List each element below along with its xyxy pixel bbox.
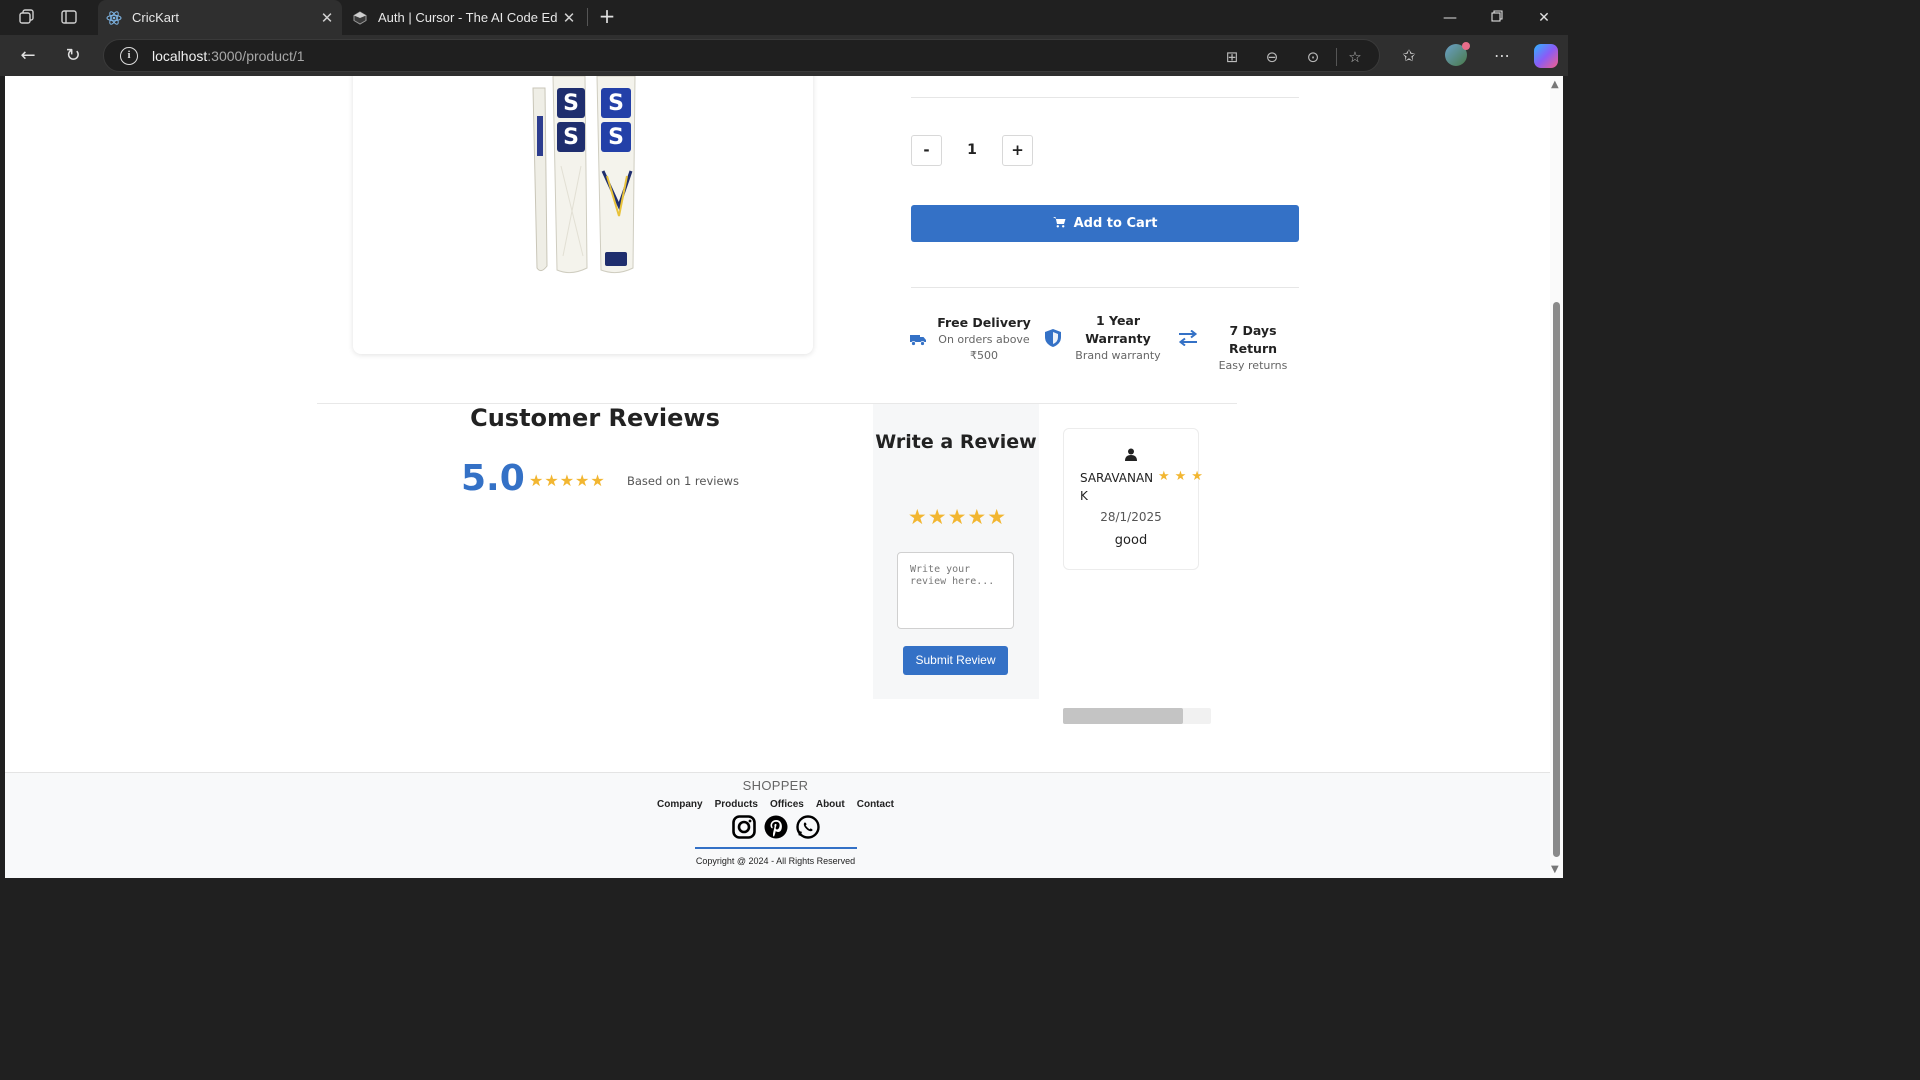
footer-link-company[interactable]: Company bbox=[657, 799, 703, 810]
app-available-icon[interactable]: ⊞ bbox=[1222, 47, 1242, 67]
feature-title: Warranty bbox=[1085, 331, 1151, 346]
submit-review-button[interactable]: Submit Review bbox=[903, 646, 1008, 675]
tab-divider bbox=[587, 8, 588, 26]
footer-copyright: Copyright @ 2024 - All Rights Reserved bbox=[695, 856, 856, 866]
notification-dot bbox=[1462, 42, 1470, 50]
svg-text:S: S bbox=[608, 91, 624, 116]
tab-crickart[interactable]: CricKart ✕ bbox=[98, 0, 342, 35]
review-textarea[interactable] bbox=[897, 552, 1014, 629]
feature-subtitle: On orders above bbox=[938, 333, 1030, 346]
reviews-heading: Customer Reviews bbox=[470, 404, 720, 432]
user-icon bbox=[1125, 448, 1137, 465]
add-to-cart-label: Add to Cart bbox=[1073, 216, 1158, 231]
quantity-decrease-button[interactable]: - bbox=[911, 135, 942, 166]
review-card: SARAVANAN K ★★★ 28/1/2025 good bbox=[1063, 428, 1203, 570]
product-image-card: S S S S bbox=[353, 76, 813, 354]
close-tab-icon[interactable]: ✕ bbox=[316, 9, 338, 27]
favorite-star-icon[interactable]: ☆ bbox=[1345, 47, 1365, 67]
average-rating-stars: ★★★★★ bbox=[529, 471, 606, 490]
site-info-icon[interactable]: i bbox=[120, 47, 138, 65]
copilot-icon[interactable] bbox=[1534, 44, 1558, 68]
footer-links: Company Products Offices About Contact bbox=[5, 799, 1546, 810]
feature-returns: 7 Days Return Easy returns bbox=[1205, 322, 1301, 374]
rating-star-selector[interactable]: ★★★★★ bbox=[895, 505, 1020, 529]
quantity-value: 1 bbox=[967, 142, 977, 158]
close-window-icon[interactable]: ✕ bbox=[1534, 8, 1554, 28]
exchange-icon bbox=[1178, 329, 1198, 350]
review-text: good bbox=[1114, 533, 1148, 548]
close-tab-icon[interactable]: ✕ bbox=[558, 9, 580, 27]
reviewer-name: SARAVANAN K bbox=[1080, 471, 1154, 503]
footer-brand: SHOPPER bbox=[742, 778, 809, 793]
favorites-icon[interactable]: ✩ bbox=[1398, 45, 1420, 67]
tab-title: CricKart bbox=[132, 10, 179, 25]
feature-title: 1 Year bbox=[1095, 313, 1141, 328]
tab-actions-icon[interactable] bbox=[59, 8, 79, 28]
svg-text:S: S bbox=[608, 125, 624, 150]
more-options-icon[interactable]: ⊙ bbox=[1303, 47, 1323, 67]
browser-tab-bar: CricKart ✕ Auth | Cursor - The AI Code E… bbox=[0, 0, 1568, 35]
tab-title: Auth | Cursor - The AI Code Editor bbox=[378, 10, 558, 25]
feature-subtitle: ₹500 bbox=[970, 349, 998, 362]
shield-icon bbox=[1045, 329, 1061, 351]
footer-link-contact[interactable]: Contact bbox=[857, 799, 894, 810]
zoom-out-icon[interactable]: ⊖ bbox=[1262, 47, 1282, 67]
instagram-icon[interactable] bbox=[731, 815, 756, 839]
profile-avatar[interactable] bbox=[1445, 42, 1470, 66]
feature-subtitle: Brand warranty bbox=[1075, 349, 1161, 362]
react-icon bbox=[106, 10, 122, 26]
page-vertical-scrollbar[interactable]: ▲ ▼ bbox=[1550, 76, 1563, 878]
feature-free-delivery: Free Delivery On orders above ₹500 bbox=[931, 314, 1037, 364]
review-date: 28/1/2025 bbox=[1100, 510, 1162, 524]
cart-icon bbox=[1052, 216, 1066, 232]
footer-link-products[interactable]: Products bbox=[715, 799, 758, 810]
feature-warranty: 1 Year Warranty Brand warranty bbox=[1071, 312, 1165, 364]
footer-social bbox=[5, 815, 1546, 839]
browser-toolbar: ← ↻ i localhost:3000/product/1 ⊞ ⊖ ⊙ ☆ ✩… bbox=[0, 35, 1568, 76]
address-bar[interactable]: i localhost:3000/product/1 ⊞ ⊖ ⊙ ☆ bbox=[103, 39, 1380, 72]
page-viewport: S S S S - 1 + Add to Cart Free Delivery bbox=[5, 76, 1550, 878]
restore-icon[interactable] bbox=[1487, 8, 1507, 28]
workspaces-icon[interactable] bbox=[17, 8, 37, 28]
feature-title: Free Delivery bbox=[937, 315, 1031, 330]
product-image: S S S S bbox=[532, 76, 636, 274]
scroll-down-arrow-icon[interactable]: ▼ bbox=[1551, 864, 1559, 875]
scrollbar-thumb[interactable] bbox=[1553, 302, 1560, 857]
minimize-icon[interactable]: — bbox=[1440, 8, 1460, 28]
pinterest-icon[interactable] bbox=[764, 815, 788, 839]
scrollbar-thumb[interactable] bbox=[1063, 708, 1183, 724]
back-arrow-icon[interactable]: ← bbox=[16, 44, 40, 68]
settings-more-icon[interactable]: ⋯ bbox=[1491, 45, 1513, 67]
new-tab-icon[interactable]: + bbox=[596, 6, 618, 28]
section-divider bbox=[911, 287, 1299, 288]
cursor-icon bbox=[352, 10, 368, 26]
feature-title: 7 Days Return bbox=[1228, 323, 1278, 356]
svg-text:S: S bbox=[563, 91, 579, 116]
refresh-icon[interactable]: ↻ bbox=[61, 44, 85, 68]
footer-accent-line bbox=[695, 847, 857, 849]
add-to-cart-button[interactable]: Add to Cart bbox=[911, 205, 1299, 242]
tab-cursor[interactable]: Auth | Cursor - The AI Code Editor ✕ bbox=[344, 0, 584, 35]
review-stars: ★★★ bbox=[1158, 469, 1208, 484]
scroll-up-arrow-icon[interactable]: ▲ bbox=[1551, 79, 1559, 90]
truck-icon bbox=[910, 331, 926, 350]
review-count-text: Based on 1 reviews bbox=[627, 474, 739, 488]
window-bottom-edge bbox=[0, 878, 1568, 882]
footer-link-about[interactable]: About bbox=[816, 799, 845, 810]
svg-text:S: S bbox=[563, 125, 579, 150]
reviews-horizontal-scrollbar[interactable] bbox=[1063, 708, 1211, 724]
quantity-increase-button[interactable]: + bbox=[1002, 135, 1033, 166]
average-rating: 5.0 bbox=[461, 458, 525, 499]
write-review-title: Write a Review bbox=[875, 431, 1037, 453]
address-divider bbox=[1336, 48, 1337, 66]
feature-subtitle: Easy returns bbox=[1218, 359, 1288, 372]
section-divider bbox=[911, 97, 1299, 98]
footer-link-offices[interactable]: Offices bbox=[770, 799, 804, 810]
url-text: localhost:3000/product/1 bbox=[152, 48, 305, 64]
footer: SHOPPER Company Products Offices About C… bbox=[5, 772, 1550, 878]
whatsapp-icon[interactable] bbox=[795, 815, 820, 839]
write-review-panel: Write a Review ★★★★★ Submit Review bbox=[873, 404, 1039, 699]
